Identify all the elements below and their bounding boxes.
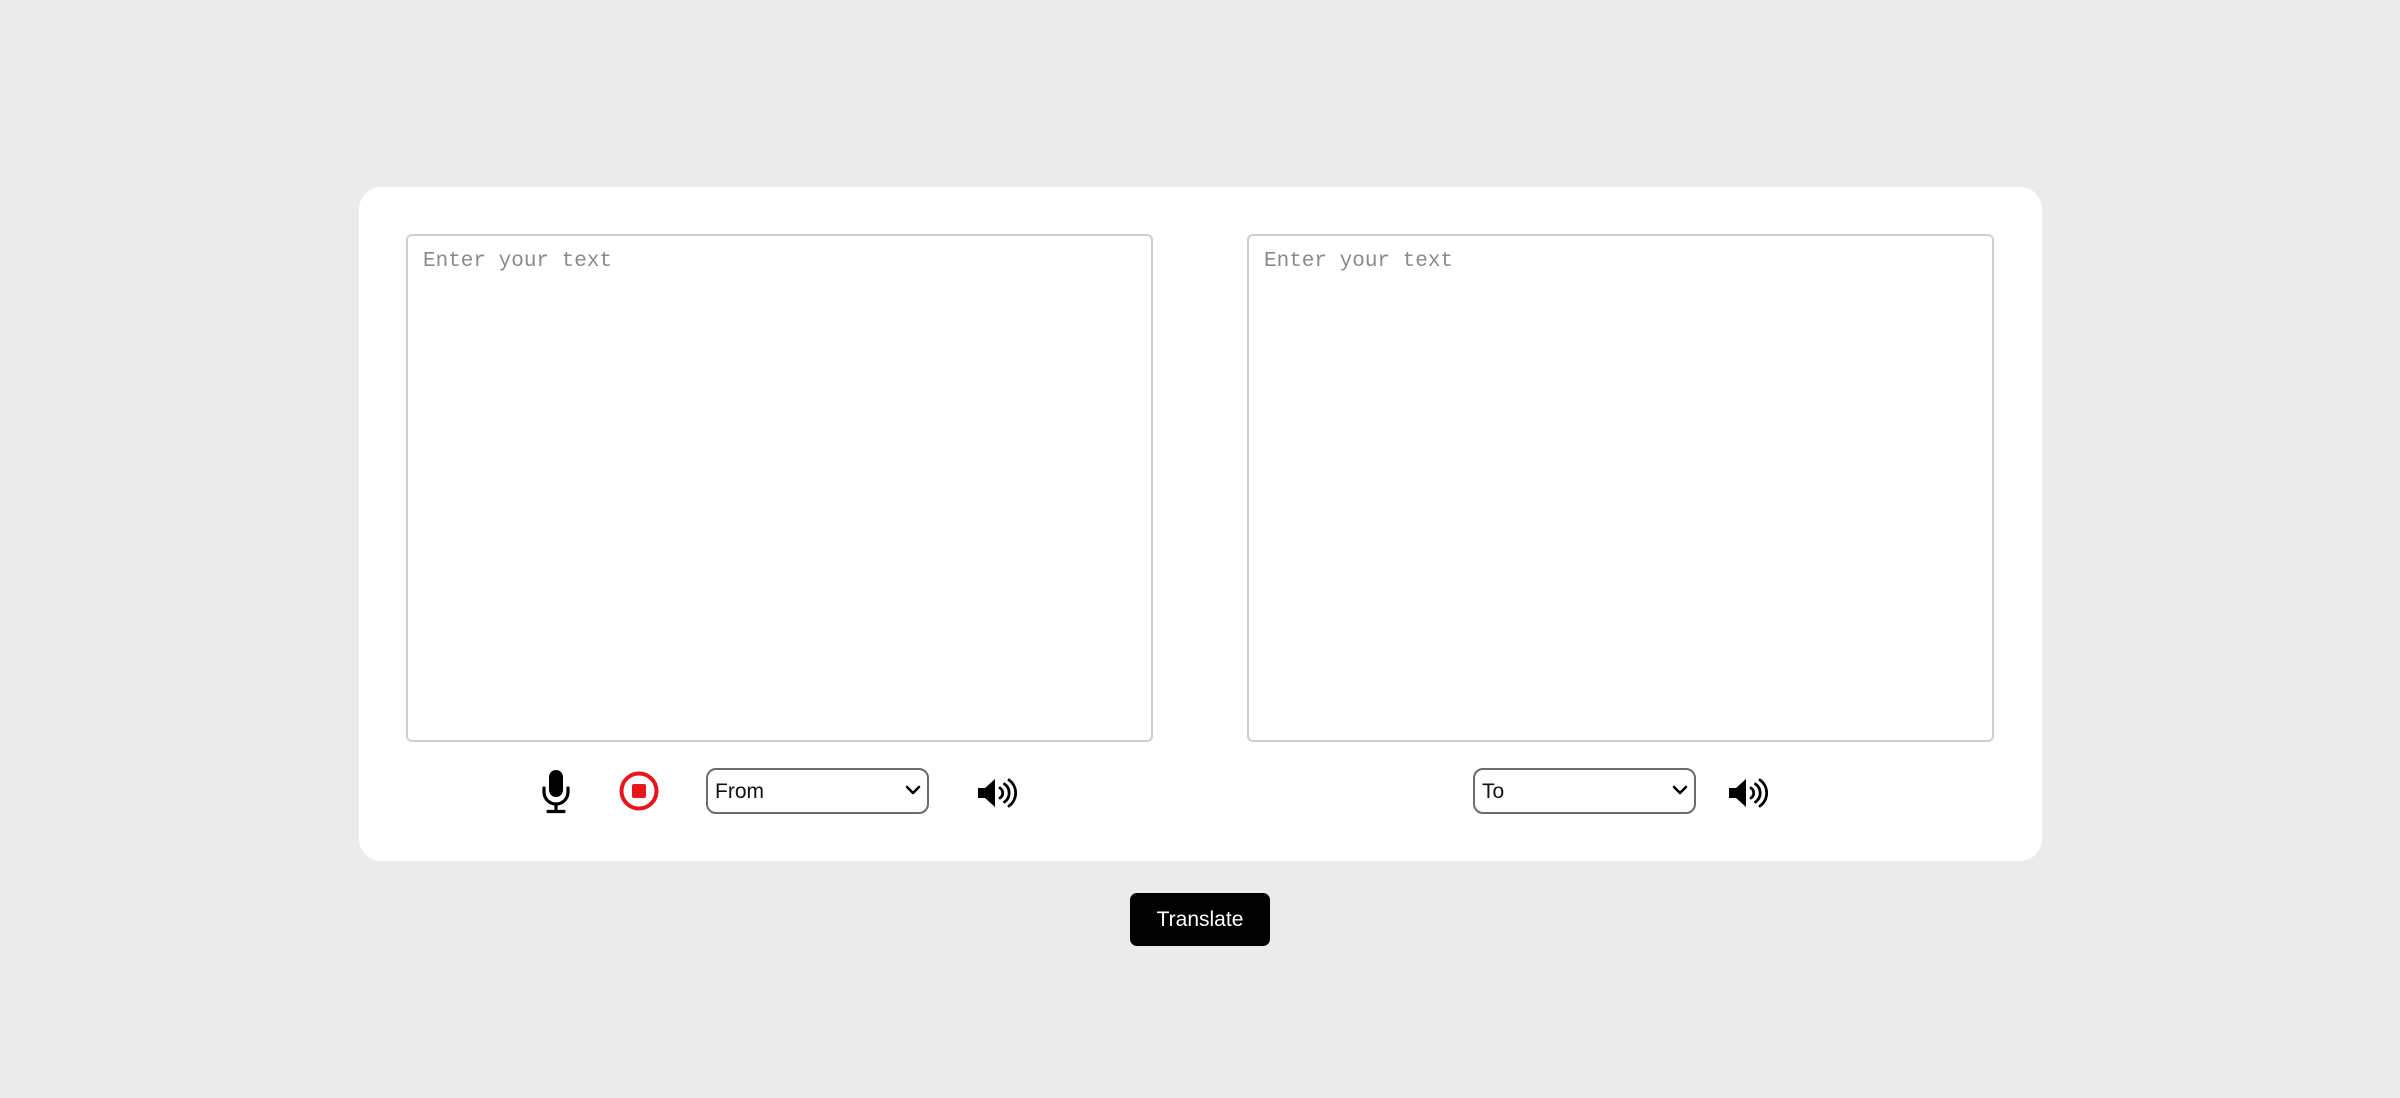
source-speaker-icon[interactable]: [976, 777, 1018, 809]
source-text-input[interactable]: [406, 234, 1153, 742]
target-language-select[interactable]: To: [1473, 768, 1696, 814]
source-language-select[interactable]: From: [706, 768, 929, 814]
microphone-icon[interactable]: [541, 770, 571, 814]
source-language-select-wrap: From: [706, 768, 929, 814]
translator-card: From To: [359, 187, 2042, 861]
stop-record-icon[interactable]: [619, 771, 659, 811]
target-language-select-wrap: To: [1473, 768, 1696, 814]
target-speaker-icon[interactable]: [1727, 777, 1769, 809]
translate-button[interactable]: Translate: [1130, 893, 1270, 946]
target-text-input[interactable]: [1247, 234, 1994, 742]
